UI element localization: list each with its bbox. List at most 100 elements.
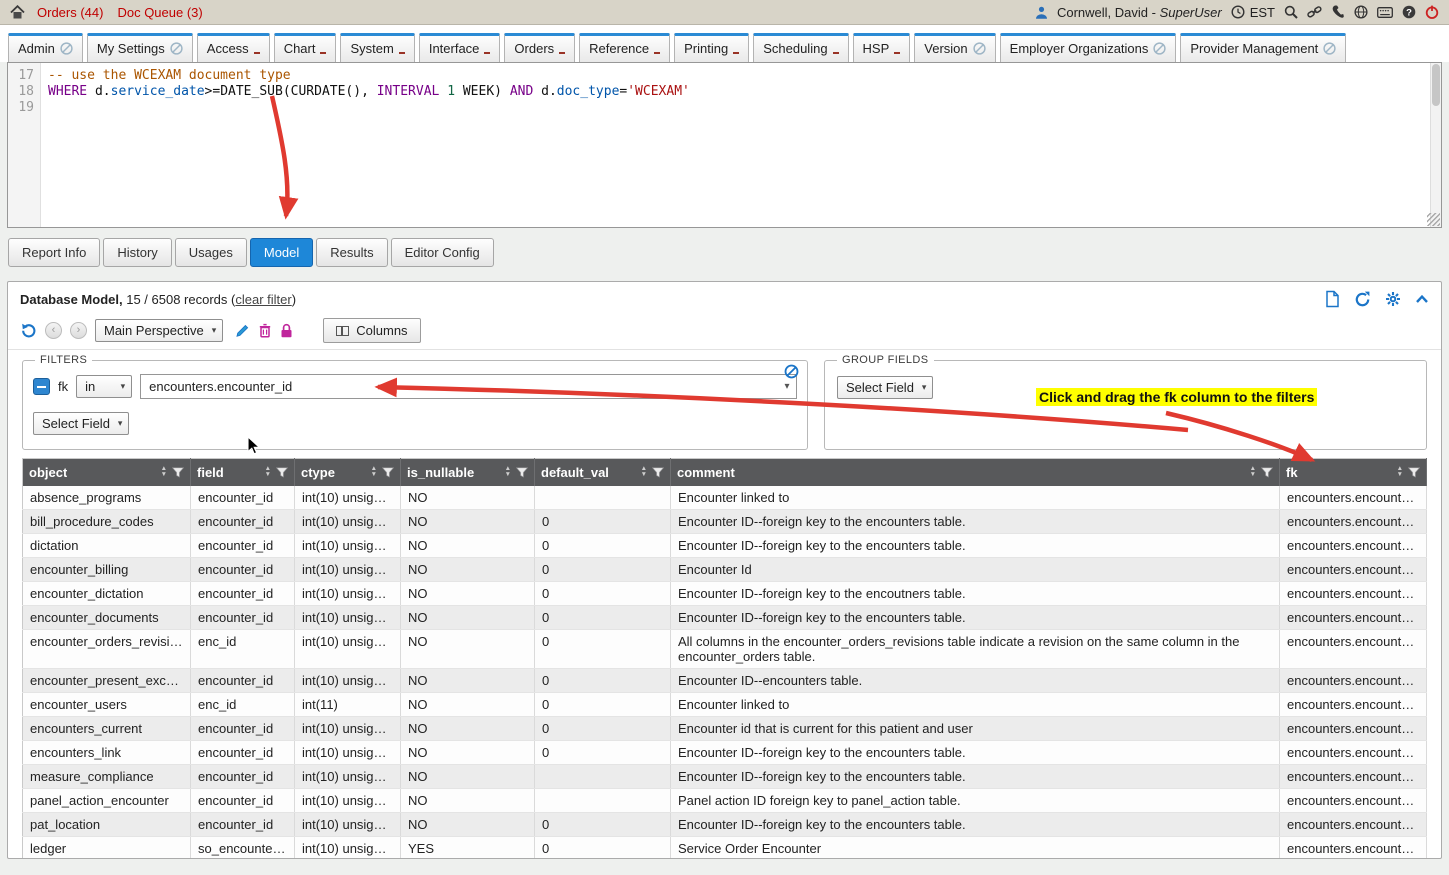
panel-title: Database Model, 15 / 6508 records (clear… (20, 292, 296, 307)
cell-fk: encounters.encounter_id (1280, 716, 1427, 740)
result-tab-usages[interactable]: Usages (175, 238, 247, 267)
sort-icon[interactable]: ▲▼ (371, 466, 377, 478)
result-tab-history[interactable]: History (103, 238, 171, 267)
filter-funnel-icon[interactable] (172, 467, 184, 478)
keyboard-icon[interactable] (1377, 7, 1393, 18)
topbar-link[interactable]: Orders (44) (37, 5, 103, 20)
table-row[interactable]: encounter_dictationencounter_idint(10) u… (23, 581, 1427, 605)
link-icon[interactable] (1307, 5, 1322, 19)
nav-tab-reference[interactable]: Reference (579, 33, 670, 62)
table-row[interactable]: dictationencounter_idint(10) unsignedNO0… (23, 533, 1427, 557)
table-row[interactable]: encounter_billingencounter_idint(10) uns… (23, 557, 1427, 581)
resize-grip-icon[interactable] (1427, 213, 1440, 226)
sql-editor[interactable]: 17-- use the WCEXAM document type18WHERE… (7, 62, 1442, 228)
table-row[interactable]: encounter_orders_revisionsenc_idint(10) … (23, 629, 1427, 668)
nav-tab-label: Orders (514, 41, 554, 56)
filter-funnel-icon[interactable] (1261, 467, 1273, 478)
nav-tab-my-settings[interactable]: My Settings (87, 33, 193, 62)
clock-icon[interactable] (1231, 5, 1245, 19)
sort-icon[interactable]: ▲▼ (1250, 466, 1256, 478)
cell-ctype: int(10) unsigned (295, 486, 401, 510)
table-row[interactable]: measure_complianceencounter_idint(10) un… (23, 764, 1427, 788)
result-tab-editor-config[interactable]: Editor Config (391, 238, 494, 267)
home-icon[interactable] (10, 5, 25, 20)
scrollbar-thumb[interactable] (1432, 64, 1440, 106)
result-tab-model[interactable]: Model (250, 238, 313, 267)
nav-forward-button[interactable]: › (70, 322, 87, 339)
lock-icon[interactable] (280, 323, 293, 338)
editor-scrollbar[interactable] (1430, 63, 1441, 227)
column-header-comment[interactable]: comment▲▼ (671, 459, 1280, 486)
globe-icon[interactable] (1354, 5, 1368, 19)
settings-gear-icon[interactable] (1385, 291, 1401, 307)
search-icon[interactable] (1284, 5, 1298, 19)
filter-operator-select[interactable]: in ▾ (76, 375, 132, 398)
delete-trash-icon[interactable] (258, 323, 272, 338)
table-row[interactable]: pat_locationencounter_idint(10) unsigned… (23, 812, 1427, 836)
undo-icon[interactable] (20, 323, 37, 339)
nav-tab-system[interactable]: System (340, 33, 414, 62)
sort-icon[interactable]: ▲▼ (505, 466, 511, 478)
help-icon[interactable]: ? (1402, 5, 1416, 19)
add-filter-row: Select Field ▾ (33, 412, 797, 435)
table-row[interactable]: encounter_present_exceptencounter_idint(… (23, 668, 1427, 692)
column-header-object[interactable]: object▲▼ (23, 459, 191, 486)
filter-funnel-icon[interactable] (516, 467, 528, 478)
phone-icon[interactable] (1331, 5, 1345, 19)
filter-funnel-icon[interactable] (652, 467, 664, 478)
result-tab-report-info[interactable]: Report Info (8, 238, 100, 267)
nav-tab-chart[interactable]: Chart (274, 33, 337, 62)
cell-ctype: int(10) unsigned (295, 581, 401, 605)
collapse-icon[interactable] (1415, 293, 1429, 305)
column-header-fk[interactable]: fk▲▼ (1280, 459, 1427, 486)
column-header-field[interactable]: field▲▼ (191, 459, 295, 486)
clear-filter-link[interactable]: clear filter (235, 292, 291, 307)
nav-back-button[interactable]: ‹ (45, 322, 62, 339)
edit-pencil-icon[interactable] (235, 323, 250, 338)
add-filter-field-select[interactable]: Select Field ▾ (33, 412, 129, 435)
nav-tab-printing[interactable]: Printing (674, 33, 749, 62)
nav-tab-version[interactable]: Version (914, 33, 995, 62)
column-header-ctype[interactable]: ctype▲▼ (295, 459, 401, 486)
combo-dropdown-icon[interactable]: ▾ (778, 381, 796, 392)
table-row[interactable]: bill_procedure_codesencounter_idint(10) … (23, 509, 1427, 533)
nav-tab-access[interactable]: Access (197, 33, 270, 62)
nav-tab-scheduling[interactable]: Scheduling (753, 33, 848, 62)
table-row[interactable]: absence_programsencounter_idint(10) unsi… (23, 486, 1427, 510)
nav-tab-hsp[interactable]: HSP (853, 33, 911, 62)
sort-icon[interactable]: ▲▼ (641, 466, 647, 478)
result-tab-results[interactable]: Results (316, 238, 387, 267)
nav-tab-admin[interactable]: Admin (8, 33, 83, 62)
clear-filters-icon[interactable] (784, 364, 799, 382)
new-document-icon[interactable] (1325, 290, 1340, 308)
nav-tab-label: Admin (18, 41, 55, 56)
filter-funnel-icon[interactable] (1408, 467, 1420, 478)
cell-fk: encounters.encounter_id (1280, 581, 1427, 605)
nav-tab-orders[interactable]: Orders (504, 33, 575, 62)
power-icon[interactable] (1425, 5, 1439, 19)
nav-tab-provider-management[interactable]: Provider Management (1180, 33, 1346, 62)
sort-icon[interactable]: ▲▼ (1397, 466, 1403, 478)
nav-tab-employer-organizations[interactable]: Employer Organizations (1000, 33, 1177, 62)
filter-funnel-icon[interactable] (276, 467, 288, 478)
table-row[interactable]: encounter_usersenc_idint(11)NO0Encounter… (23, 692, 1427, 716)
tab-shortcut-mark (894, 52, 900, 54)
remove-filter-button[interactable] (33, 378, 50, 395)
table-row[interactable]: encounters_currentencounter_idint(10) un… (23, 716, 1427, 740)
perspective-select[interactable]: Main Perspective ▾ (95, 319, 223, 342)
nav-tab-interface[interactable]: Interface (419, 33, 501, 62)
sort-icon[interactable]: ▲▼ (161, 466, 167, 478)
table-row[interactable]: encounter_documentsencounter_idint(10) u… (23, 605, 1427, 629)
group-field-select[interactable]: Select Field ▾ (837, 376, 933, 399)
table-row[interactable]: ledgerso_encounter_idint(10) unsignedYES… (23, 836, 1427, 859)
sort-icon[interactable]: ▲▼ (265, 466, 271, 478)
table-row[interactable]: encounters_linkencounter_idint(10) unsig… (23, 740, 1427, 764)
columns-button[interactable]: Columns (323, 318, 420, 343)
table-row[interactable]: panel_action_encounterencounter_idint(10… (23, 788, 1427, 812)
topbar-link[interactable]: Doc Queue (3) (117, 5, 202, 20)
filter-value-input[interactable] (141, 379, 778, 394)
column-header-default_val[interactable]: default_val▲▼ (535, 459, 671, 486)
column-header-is_nullable[interactable]: is_nullable▲▼ (401, 459, 535, 486)
refresh-icon[interactable] (1354, 291, 1371, 308)
filter-funnel-icon[interactable] (382, 467, 394, 478)
